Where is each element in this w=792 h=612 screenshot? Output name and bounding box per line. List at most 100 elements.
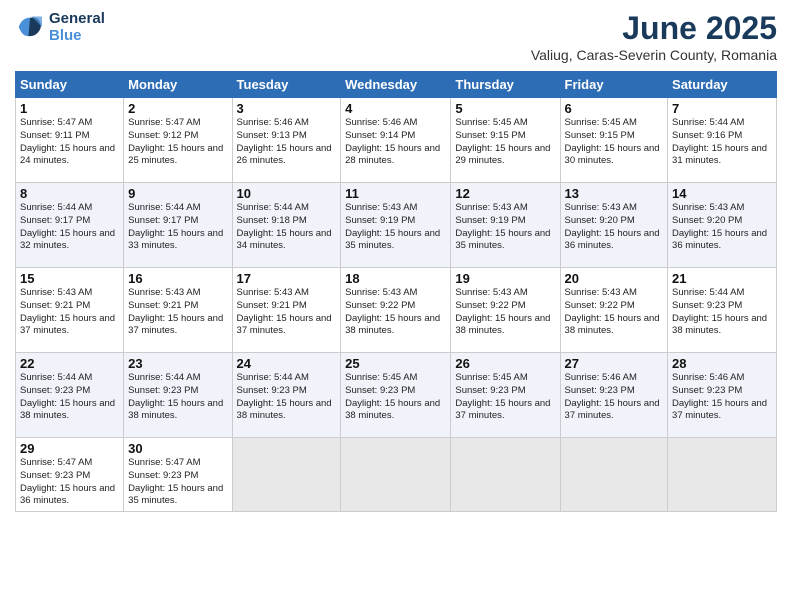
day-info: Sunrise: 5:46 AMSunset: 9:13 PMDaylight:… [237,117,337,168]
day-info: Sunrise: 5:43 AMSunset: 9:19 PMDaylight:… [345,202,446,253]
day-number: 14 [672,186,772,201]
col-header-monday: Monday [124,72,232,98]
col-header-tuesday: Tuesday [232,72,341,98]
col-header-thursday: Thursday [451,72,560,98]
day-number: 30 [128,441,227,456]
day-info: Sunrise: 5:43 AMSunset: 9:21 PMDaylight:… [128,287,227,338]
day-info: Sunrise: 5:47 AMSunset: 9:11 PMDaylight:… [20,117,119,168]
day-info: Sunrise: 5:43 AMSunset: 9:20 PMDaylight:… [672,202,772,253]
day-info: Sunrise: 5:45 AMSunset: 9:23 PMDaylight:… [345,372,446,423]
calendar-cell: 3Sunrise: 5:46 AMSunset: 9:13 PMDaylight… [232,98,341,183]
day-info: Sunrise: 5:44 AMSunset: 9:17 PMDaylight:… [20,202,119,253]
day-number: 15 [20,271,119,286]
calendar-week-0: 1Sunrise: 5:47 AMSunset: 9:11 PMDaylight… [16,98,777,183]
day-info: Sunrise: 5:46 AMSunset: 9:23 PMDaylight:… [672,372,772,423]
calendar-cell: 23Sunrise: 5:44 AMSunset: 9:23 PMDayligh… [124,353,232,438]
calendar-cell: 30Sunrise: 5:47 AMSunset: 9:23 PMDayligh… [124,438,232,512]
calendar-cell: 14Sunrise: 5:43 AMSunset: 9:20 PMDayligh… [668,183,777,268]
day-number: 5 [455,101,555,116]
day-info: Sunrise: 5:43 AMSunset: 9:22 PMDaylight:… [345,287,446,338]
day-info: Sunrise: 5:44 AMSunset: 9:17 PMDaylight:… [128,202,227,253]
day-info: Sunrise: 5:43 AMSunset: 9:22 PMDaylight:… [455,287,555,338]
logo-icon [15,12,45,42]
calendar-cell: 29Sunrise: 5:47 AMSunset: 9:23 PMDayligh… [16,438,124,512]
calendar-week-4: 29 Sunrise: 5:47 AMSunset: 9:23 PMDayligh… [16,438,777,512]
calendar-cell: 19Sunrise: 5:43 AMSunset: 9:22 PMDayligh… [451,268,560,353]
day-number: 13 [565,186,664,201]
day-number: 28 [672,356,772,371]
calendar-cell: 28Sunrise: 5:46 AMSunset: 9:23 PMDayligh… [668,353,777,438]
calendar-cell: 16Sunrise: 5:43 AMSunset: 9:21 PMDayligh… [124,268,232,353]
calendar-cell: 2Sunrise: 5:47 AMSunset: 9:12 PMDaylight… [124,98,232,183]
calendar-week-3: 22Sunrise: 5:44 AMSunset: 9:23 PMDayligh… [16,353,777,438]
day-info: Sunrise: 5:47 AMSunset: 9:23 PMDaylight:… [128,457,227,508]
day-info: Sunrise: 5:44 AMSunset: 9:16 PMDaylight:… [672,117,772,168]
main-title: June 2025 [531,10,777,47]
day-number: 23 [128,356,227,371]
calendar-week-2: 15 Sunrise: 5:43 AMSunset: 9:21 PMDayligh… [16,268,777,353]
calendar-cell: 15Sunrise: 5:43 AMSunset: 9:21 PMDayligh… [16,268,124,353]
day-number: 24 [237,356,337,371]
day-number: 29 [20,441,119,456]
day-number: 19 [455,271,555,286]
day-number: 18 [345,271,446,286]
calendar-cell: 27Sunrise: 5:46 AMSunset: 9:23 PMDayligh… [560,353,668,438]
calendar-week-1: 8Sunrise: 5:44 AMSunset: 9:17 PMDaylight… [16,183,777,268]
day-number: 6 [565,101,664,116]
day-number: 16 [128,271,227,286]
calendar-cell: 11Sunrise: 5:43 AMSunset: 9:19 PMDayligh… [341,183,451,268]
col-header-friday: Friday [560,72,668,98]
day-number: 7 [672,101,772,116]
calendar-cell: 26Sunrise: 5:45 AMSunset: 9:23 PMDayligh… [451,353,560,438]
day-number: 20 [565,271,664,286]
day-info: Sunrise: 5:46 AMSunset: 9:23 PMDaylight:… [565,372,664,423]
day-info: Sunrise: 5:45 AMSunset: 9:15 PMDaylight:… [455,117,555,168]
calendar-table: SundayMondayTuesdayWednesdayThursdayFrid… [15,71,777,512]
day-number: 26 [455,356,555,371]
day-number: 21 [672,271,772,286]
calendar-cell: 4Sunrise: 5:46 AMSunset: 9:14 PMDaylight… [341,98,451,183]
calendar-cell: 9Sunrise: 5:44 AMSunset: 9:17 PMDaylight… [124,183,232,268]
day-info: Sunrise: 5:43 AMSunset: 9:19 PMDaylight:… [455,202,555,253]
logo-text: General Blue [49,10,105,44]
col-header-sunday: Sunday [16,72,124,98]
day-info: Sunrise: 5:46 AMSunset: 9:14 PMDaylight:… [345,117,446,168]
calendar-cell: 13Sunrise: 5:43 AMSunset: 9:20 PMDayligh… [560,183,668,268]
calendar-cell: 24Sunrise: 5:44 AMSunset: 9:23 PMDayligh… [232,353,341,438]
calendar-cell: 25Sunrise: 5:45 AMSunset: 9:23 PMDayligh… [341,353,451,438]
day-number: 22 [20,356,119,371]
calendar-cell [451,438,560,512]
calendar-header-row: SundayMondayTuesdayWednesdayThursdayFrid… [16,72,777,98]
calendar-cell [341,438,451,512]
calendar-cell: 1Sunrise: 5:47 AMSunset: 9:11 PMDaylight… [16,98,124,183]
day-number: 11 [345,186,446,201]
day-info: Sunrise: 5:44 AMSunset: 9:23 PMDaylight:… [20,372,119,423]
calendar-cell: 7Sunrise: 5:44 AMSunset: 9:16 PMDaylight… [668,98,777,183]
calendar-cell: 10Sunrise: 5:44 AMSunset: 9:18 PMDayligh… [232,183,341,268]
day-number: 27 [565,356,664,371]
calendar-cell: 12Sunrise: 5:43 AMSunset: 9:19 PMDayligh… [451,183,560,268]
day-number: 8 [20,186,119,201]
day-number: 3 [237,101,337,116]
day-number: 2 [128,101,227,116]
title-block: June 2025 Valiug, Caras-Severin County, … [531,10,777,63]
page: General Blue June 2025 Valiug, Caras-Sev… [0,0,792,612]
calendar-cell: 18Sunrise: 5:43 AMSunset: 9:22 PMDayligh… [341,268,451,353]
day-info: Sunrise: 5:43 AMSunset: 9:20 PMDaylight:… [565,202,664,253]
day-info: Sunrise: 5:43 AMSunset: 9:21 PMDaylight:… [237,287,337,338]
calendar-cell: 5Sunrise: 5:45 AMSunset: 9:15 PMDaylight… [451,98,560,183]
day-number: 4 [345,101,446,116]
subtitle: Valiug, Caras-Severin County, Romania [531,47,777,63]
col-header-saturday: Saturday [668,72,777,98]
day-number: 12 [455,186,555,201]
day-info: Sunrise: 5:44 AMSunset: 9:18 PMDaylight:… [237,202,337,253]
day-info: Sunrise: 5:43 AMSunset: 9:22 PMDaylight:… [565,287,664,338]
day-number: 1 [20,101,119,116]
day-info: Sunrise: 5:44 AMSunset: 9:23 PMDaylight:… [128,372,227,423]
day-info: Sunrise: 5:44 AMSunset: 9:23 PMDaylight:… [672,287,772,338]
day-number: 25 [345,356,446,371]
col-header-wednesday: Wednesday [341,72,451,98]
header: General Blue June 2025 Valiug, Caras-Sev… [15,10,777,63]
day-info: Sunrise: 5:47 AMSunset: 9:12 PMDaylight:… [128,117,227,168]
calendar-cell: 21Sunrise: 5:44 AMSunset: 9:23 PMDayligh… [668,268,777,353]
